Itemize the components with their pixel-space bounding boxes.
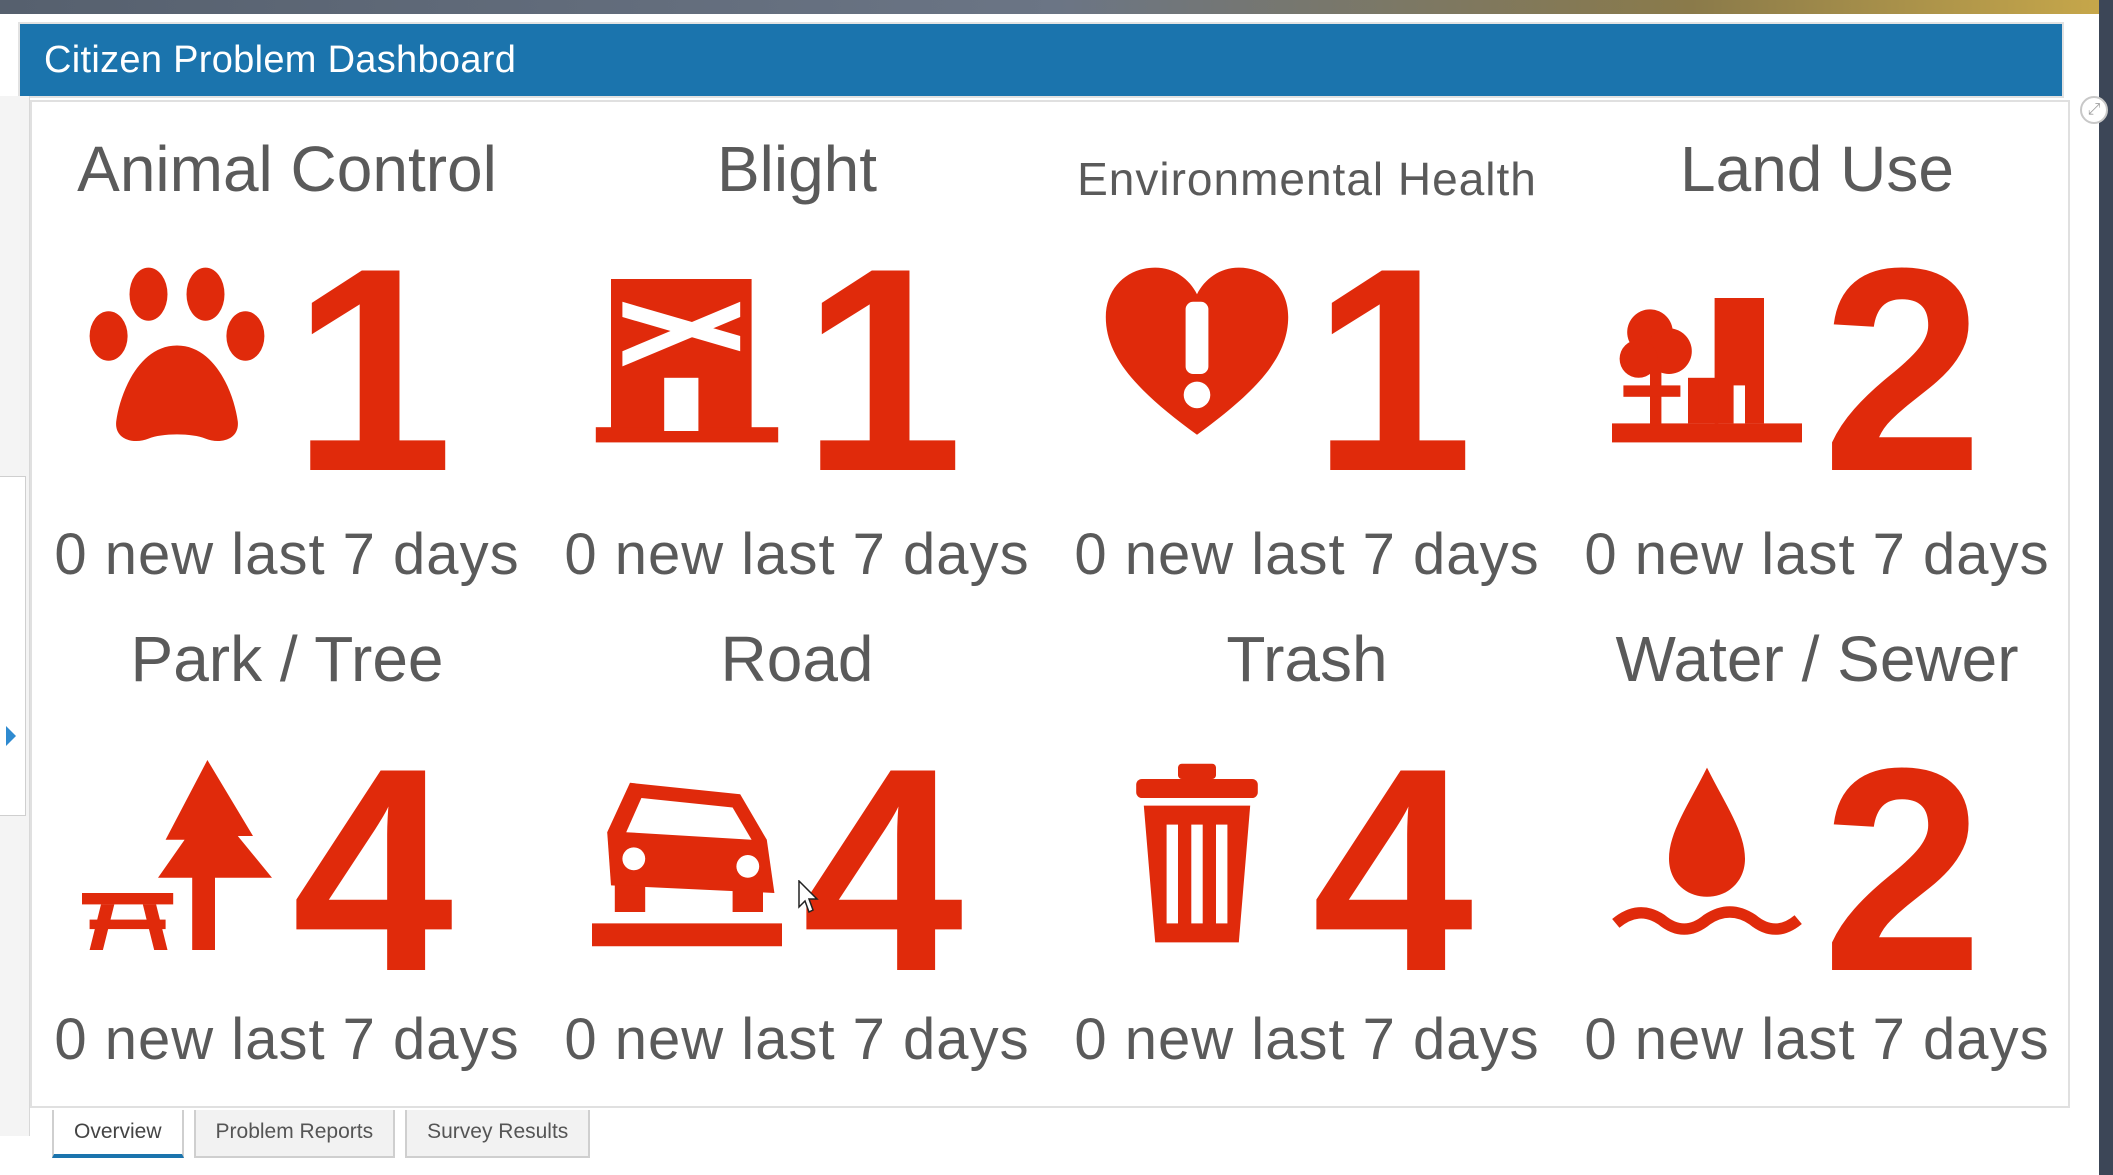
land-use-icon (1612, 260, 1802, 450)
indicator-title: Trash (1226, 623, 1388, 695)
desktop-edge (2099, 0, 2113, 1175)
indicator-animal-control[interactable]: Animal Control 1 0 new last 7 days (32, 110, 542, 610)
side-panel-toggle[interactable] (0, 476, 26, 816)
indicator-count: 1 (292, 208, 454, 532)
indicator-title: Blight (716, 133, 878, 205)
indicator-subtext: 0 new last 7 days (1584, 1007, 2050, 1072)
chevron-right-icon[interactable] (6, 726, 16, 746)
tab-survey-results[interactable]: Survey Results (405, 1110, 591, 1158)
picnic-tree-icon (82, 760, 272, 950)
indicator-count: 2 (1822, 708, 1984, 1032)
indicator-count: 4 (1312, 708, 1474, 1032)
indicator-subtext: 0 new last 7 days (54, 1007, 520, 1072)
indicator-subtext: 0 new last 7 days (1074, 1007, 1540, 1072)
dashboard-tabs: Overview Problem Reports Survey Results (52, 1110, 591, 1158)
indicator-title: Animal Control (77, 133, 497, 205)
heart-alert-icon (1102, 260, 1292, 450)
paw-icon (82, 260, 272, 450)
indicator-title: Park / Tree (130, 623, 444, 695)
side-panel-rail (0, 96, 30, 1136)
water-drop-icon (1612, 760, 1802, 950)
indicator-park-tree[interactable]: Park / Tree 4 0 new last 7 days (32, 610, 542, 1110)
expand-icon[interactable]: ⤢ (2080, 96, 2108, 124)
indicator-count: 1 (802, 208, 964, 532)
mouse-cursor-icon (798, 879, 820, 914)
trash-can-icon (1102, 760, 1292, 950)
window-title: Citizen Problem Dashboard (18, 22, 2064, 98)
indicator-count: 1 (1312, 208, 1474, 532)
indicator-title: Water / Sewer (1615, 623, 2019, 695)
indicator-count: 2 (1822, 208, 1984, 532)
indicator-grid: Animal Control 1 0 new last 7 days Bligh… (32, 110, 2072, 1100)
indicator-blight[interactable]: Blight 1 0 new last 7 days (542, 110, 1052, 610)
indicator-subtext: 0 new last 7 days (1074, 522, 1540, 587)
tab-problem-reports[interactable]: Problem Reports (193, 1110, 396, 1158)
indicator-count: 4 (292, 708, 454, 1032)
indicator-water-sewer[interactable]: Water / Sewer 2 0 new last 7 days (1562, 610, 2072, 1110)
indicator-subtext: 0 new last 7 days (564, 522, 1030, 587)
indicator-subtext: 0 new last 7 days (1584, 522, 2050, 587)
indicator-count: 4 (802, 708, 964, 1032)
indicator-title: Land Use (1680, 133, 1954, 205)
tab-overview[interactable]: Overview (52, 1110, 184, 1158)
desktop-background (0, 0, 2113, 14)
indicator-trash[interactable]: Trash 4 0 new last 7 days (1052, 610, 1562, 1110)
indicator-subtext: 0 new last 7 days (54, 522, 520, 587)
indicator-title: Environmental Health (1077, 153, 1537, 205)
car-pothole-icon (592, 760, 782, 950)
indicator-land-use[interactable]: Land Use 2 0 new last 7 days (1562, 110, 2072, 610)
indicator-road[interactable]: Road 4 0 new last 7 days (542, 610, 1052, 1110)
indicator-subtext: 0 new last 7 days (564, 1007, 1030, 1072)
indicator-title: Road (720, 623, 874, 695)
indicator-environmental-health[interactable]: Environmental Health 1 0 new last 7 days (1052, 110, 1562, 610)
blight-building-icon (592, 260, 782, 450)
